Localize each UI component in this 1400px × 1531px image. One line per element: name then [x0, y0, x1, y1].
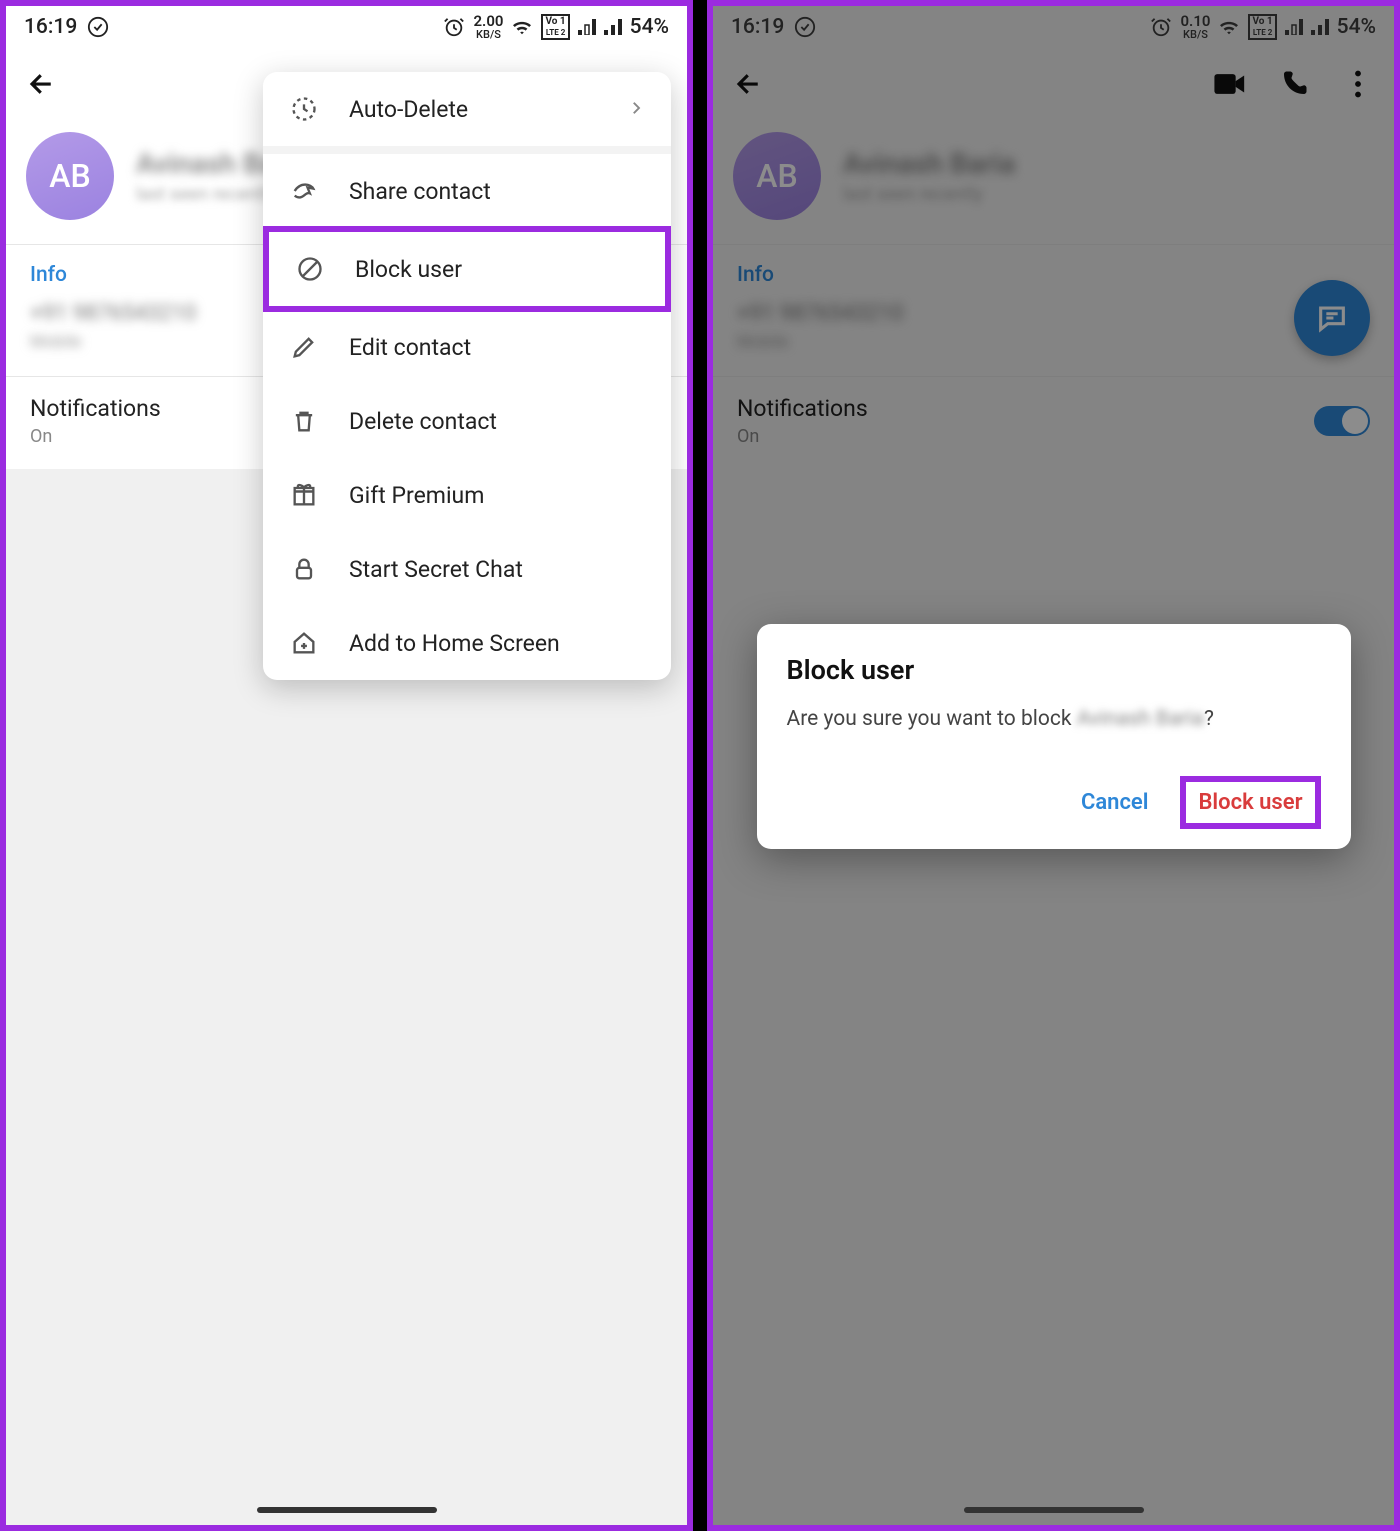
menu-label: Share contact: [349, 178, 491, 205]
menu-label: Add to Home Screen: [349, 630, 560, 657]
dialog-title: Block user: [787, 654, 1321, 686]
menu-gift-premium[interactable]: Gift Premium: [263, 458, 671, 532]
signal-icon-1: [578, 19, 596, 35]
menu-label: Gift Premium: [349, 482, 484, 509]
block-user-dialog: Block user Are you sure you want to bloc…: [757, 624, 1351, 849]
signal-icon-2: [604, 19, 622, 35]
notifications-value: On: [737, 426, 868, 447]
status-battery: 54%: [1337, 15, 1376, 39]
chat-fab[interactable]: [1294, 280, 1370, 356]
cancel-button[interactable]: Cancel: [1063, 776, 1167, 829]
menu-block-user[interactable]: Block user: [263, 226, 671, 312]
menu-edit-contact[interactable]: Edit contact: [263, 310, 671, 384]
menu-home-screen[interactable]: Add to Home Screen: [263, 606, 671, 680]
video-call-button[interactable]: [1212, 66, 1248, 102]
signal-icon-2: [1311, 19, 1329, 35]
phone-left: 16:19 2.00KB/S Vo 1LTE 2 54%: [0, 0, 693, 1531]
alarm-icon: [1150, 16, 1172, 38]
info-title: Info: [737, 263, 1370, 287]
menu-label: Edit contact: [349, 334, 471, 361]
status-battery: 54%: [630, 15, 669, 39]
avatar[interactable]: AB: [733, 132, 821, 220]
block-icon: [295, 254, 325, 284]
info-section: Info +91 9876543210 Mobile: [713, 245, 1394, 376]
menu-label: Auto-Delete: [349, 96, 468, 123]
context-menu: Auto-Delete Share contact Block user Edi…: [263, 72, 671, 680]
profile-status: last seen recently: [843, 184, 1015, 205]
lte-badge: Vo 1LTE 2: [1248, 14, 1276, 40]
notifications-title: Notifications: [737, 395, 868, 422]
notifications-value: On: [30, 426, 161, 447]
checkmark-circle-icon: [87, 16, 109, 38]
back-button[interactable]: [24, 66, 60, 102]
home-plus-icon: [289, 628, 319, 658]
checkmark-circle-icon: [794, 16, 816, 38]
avatar[interactable]: AB: [26, 132, 114, 220]
phone-right: 16:19 0.10KB/S Vo 1LTE 2 54%: [707, 0, 1400, 1531]
nav-pill: [257, 1507, 437, 1513]
menu-label: Delete contact: [349, 408, 497, 435]
pencil-icon: [289, 332, 319, 362]
dialog-message: Are you sure you want to block Avinash B…: [787, 704, 1321, 736]
chevron-right-icon: [627, 96, 645, 123]
menu-share-contact[interactable]: Share contact: [263, 154, 671, 228]
trash-icon: [289, 406, 319, 436]
alarm-icon: [443, 16, 465, 38]
info-phone[interactable]: +91 9876543210: [737, 301, 1370, 326]
menu-secret-chat[interactable]: Start Secret Chat: [263, 532, 671, 606]
share-icon: [289, 176, 319, 206]
status-bar: 16:19 2.00KB/S Vo 1LTE 2 54%: [6, 6, 687, 48]
notifications-row[interactable]: Notifications On: [713, 377, 1394, 469]
wifi-icon: [1218, 18, 1240, 36]
menu-auto-delete[interactable]: Auto-Delete: [263, 72, 671, 146]
data-speed: 2.00KB/S: [473, 14, 503, 40]
toolbar: [713, 48, 1394, 120]
menu-separator: [263, 146, 671, 154]
menu-label: Block user: [355, 256, 462, 283]
block-user-button[interactable]: Block user: [1180, 776, 1320, 829]
signal-icon-1: [1285, 19, 1303, 35]
more-options-button[interactable]: [1340, 66, 1376, 102]
status-bar: 16:19 0.10KB/S Vo 1LTE 2 54%: [713, 6, 1394, 48]
menu-label: Start Secret Chat: [349, 556, 523, 583]
lte-badge: Vo 1LTE 2: [541, 14, 569, 40]
profile-name: Avinash Baria: [843, 147, 1015, 180]
status-time: 16:19: [24, 15, 77, 39]
wifi-icon: [511, 18, 533, 36]
data-speed: 0.10KB/S: [1180, 14, 1210, 40]
profile-header: AB Avinash Baria last seen recently: [713, 120, 1394, 244]
notifications-title: Notifications: [30, 395, 161, 422]
info-label: Mobile: [737, 332, 1370, 352]
voice-call-button[interactable]: [1276, 66, 1312, 102]
status-time: 16:19: [731, 15, 784, 39]
nav-pill: [964, 1507, 1144, 1513]
notifications-toggle[interactable]: [1314, 406, 1370, 436]
timer-icon: [289, 94, 319, 124]
back-button[interactable]: [731, 66, 767, 102]
gift-icon: [289, 480, 319, 510]
menu-delete-contact[interactable]: Delete contact: [263, 384, 671, 458]
lock-icon: [289, 554, 319, 584]
